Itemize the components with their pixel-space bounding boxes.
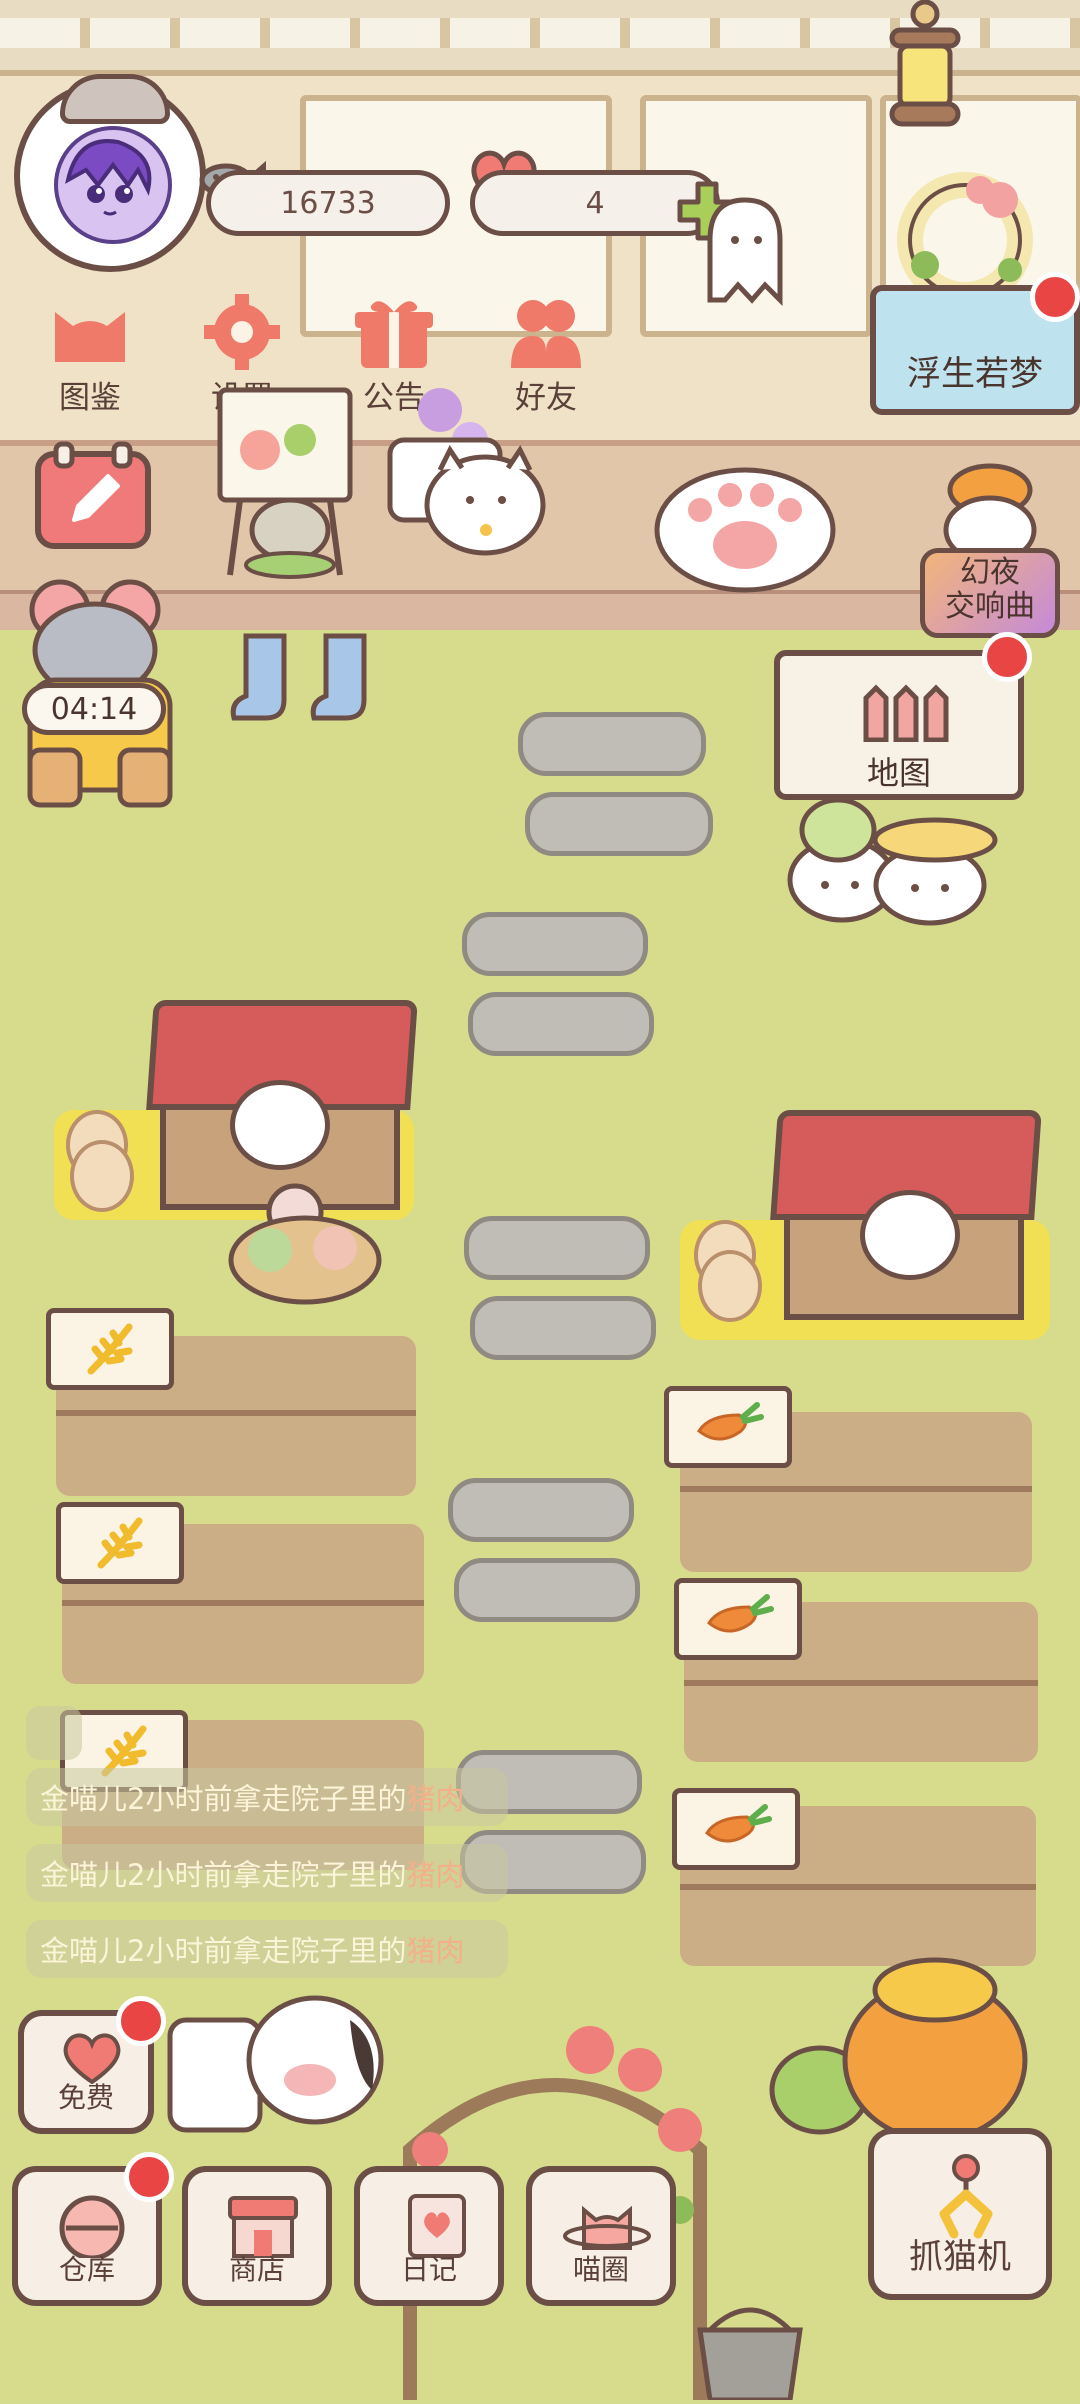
carrot-icon [748, 1804, 772, 1826]
fish-counter: 16733 [206, 170, 450, 236]
chat-text: 金喵儿2小时前拿走院子里的 [40, 1858, 407, 1892]
stepping-stone [462, 912, 648, 976]
fence-icon [860, 684, 950, 743]
chat-item: 猪肉 [406, 1934, 465, 1968]
chat-message: 金喵儿2小时前拿走院子里的 猪肉 [26, 1768, 508, 1826]
cats-with-hats [780, 780, 1000, 930]
notification-badge [1030, 272, 1080, 322]
free-label: 免费 [57, 2081, 114, 2114]
carrot-sign[interactable] [674, 1578, 802, 1660]
diary-button[interactable]: 日记 [354, 2166, 504, 2306]
bucket [690, 2300, 810, 2403]
stepping-stone [454, 1558, 640, 1622]
furrow [56, 1410, 416, 1416]
chat-message: 金喵儿2小时前拿走院子里的 猪肉 [26, 1920, 508, 1978]
diary-label: 日记 [400, 2253, 457, 2286]
chicken[interactable] [860, 1190, 960, 1280]
timer-text: 04:14 [50, 691, 138, 727]
furrow [684, 1680, 1038, 1686]
paw-cushion[interactable] [650, 445, 840, 595]
avatar-face [54, 126, 172, 244]
pumpkin-decoration [760, 1950, 1040, 2150]
cat-head-icon [45, 292, 135, 372]
notification-badge [116, 1996, 166, 2046]
flower-wreath [880, 165, 1050, 308]
event-banner-label: 浮生若梦 [907, 354, 1043, 394]
stepping-stone [470, 1296, 656, 1360]
ghost-decoration [690, 190, 800, 310]
heart-count: 4 [585, 185, 605, 221]
carrot-sign[interactable] [664, 1386, 792, 1468]
cow-character [160, 1980, 390, 2140]
rain-boots [226, 630, 396, 725]
egg[interactable] [698, 1250, 762, 1322]
carrot-icon [740, 1402, 764, 1424]
furrow [680, 1884, 1036, 1890]
phantom-event-label: 幻夜 交响曲 [945, 555, 1035, 624]
chat-message: 金喵儿2小时前拿走院子里的 猪肉 [26, 1844, 508, 1902]
stepping-stone [518, 712, 706, 776]
egg[interactable] [70, 1140, 134, 1212]
countdown-timer: 04:14 [22, 683, 166, 735]
furrow [62, 1600, 424, 1606]
notification-badge [124, 2152, 174, 2202]
chat-text: 金喵儿2小时前拿走院子里的 [40, 1934, 407, 1968]
shop-label: 商店 [228, 2253, 285, 2286]
chat-collapse-handle[interactable] [26, 1706, 82, 1760]
wheat-sign[interactable] [46, 1308, 174, 1390]
fish-count: 16733 [280, 185, 376, 221]
catalog-button[interactable]: 图鉴 [30, 292, 150, 422]
claw-machine-button[interactable]: 抓猫机 [868, 2128, 1052, 2300]
stepping-stone [464, 1216, 650, 1280]
stepping-stone [468, 992, 654, 1056]
player-avatar[interactable] [14, 74, 206, 272]
painting-easel [200, 380, 370, 580]
shop-button[interactable]: 商店 [182, 2166, 332, 2306]
gear-icon [197, 292, 287, 372]
stepping-stone [525, 792, 713, 856]
cat-with-flowers [370, 380, 550, 580]
friends-icon [501, 292, 591, 372]
chicken[interactable] [230, 1080, 330, 1170]
carrot-icon [750, 1594, 774, 1616]
phantom-symphony-event[interactable]: 幻夜 交响曲 [920, 460, 1060, 640]
chat-item: 猪肉 [406, 1858, 465, 1892]
lantern-icon [880, 0, 970, 140]
gift-icon [349, 292, 439, 372]
wheat-sign[interactable] [56, 1502, 184, 1584]
stepping-stone [448, 1478, 634, 1542]
carrot-sign[interactable] [672, 1788, 800, 1870]
cat-circle-button[interactable]: 喵圈 [526, 2166, 676, 2306]
edit-button[interactable] [34, 440, 152, 550]
yarn-basket[interactable] [225, 1170, 385, 1315]
claw-machine-label: 抓猫机 [909, 2237, 1011, 2277]
cat-hood-ears [60, 74, 170, 124]
wheat-icon [101, 1725, 147, 1777]
furrow [680, 1486, 1032, 1492]
warehouse-label: 仓库 [58, 2253, 115, 2286]
chat-text: 金喵儿2小时前拿走院子里的 [40, 1782, 407, 1816]
wheat-icon [97, 1517, 143, 1569]
wheat-icon [87, 1323, 133, 1375]
notification-badge [982, 632, 1032, 682]
chat-item: 猪肉 [406, 1782, 465, 1816]
cat-circle-label: 喵圈 [572, 2253, 629, 2286]
catalog-label: 图鉴 [59, 380, 121, 416]
